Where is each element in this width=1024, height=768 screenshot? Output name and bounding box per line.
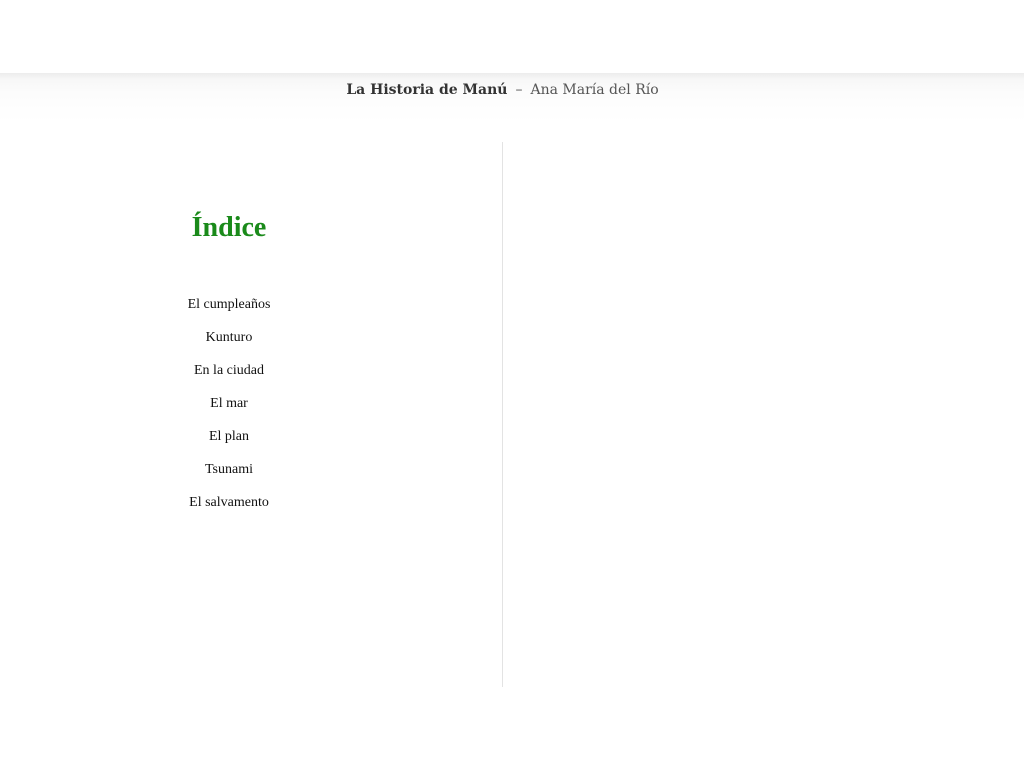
left-page: Índice El cumpleaños Kunturo En la ciuda… — [0, 142, 458, 687]
book-info: La Historia de Manú – Ana María del Río — [0, 82, 1005, 98]
book-title: La Historia de Manú — [346, 82, 508, 98]
book-author: Ana María del Río — [530, 82, 659, 98]
toc-item-el-salvamento[interactable]: El salvamento — [0, 494, 458, 527]
toc-item-el-plan[interactable]: El plan — [0, 428, 458, 461]
toc-item-tsunami[interactable]: Tsunami — [0, 461, 458, 494]
toc-list: El cumpleaños Kunturo En la ciudad El ma… — [0, 296, 458, 527]
toc-item-en-la-ciudad[interactable]: En la ciudad — [0, 362, 458, 395]
toc-item-el-cumpleanos[interactable]: El cumpleaños — [0, 296, 458, 329]
title-author-separator: – — [515, 82, 523, 98]
toc-heading: Índice — [191, 212, 267, 243]
page-divider — [502, 142, 503, 687]
header-bar — [0, 73, 1024, 123]
toc-item-kunturo[interactable]: Kunturo — [0, 329, 458, 362]
reader-page: La Historia de Manú – Ana María del Río Ín… — [0, 0, 1024, 768]
toc-item-el-mar[interactable]: El mar — [0, 395, 458, 428]
